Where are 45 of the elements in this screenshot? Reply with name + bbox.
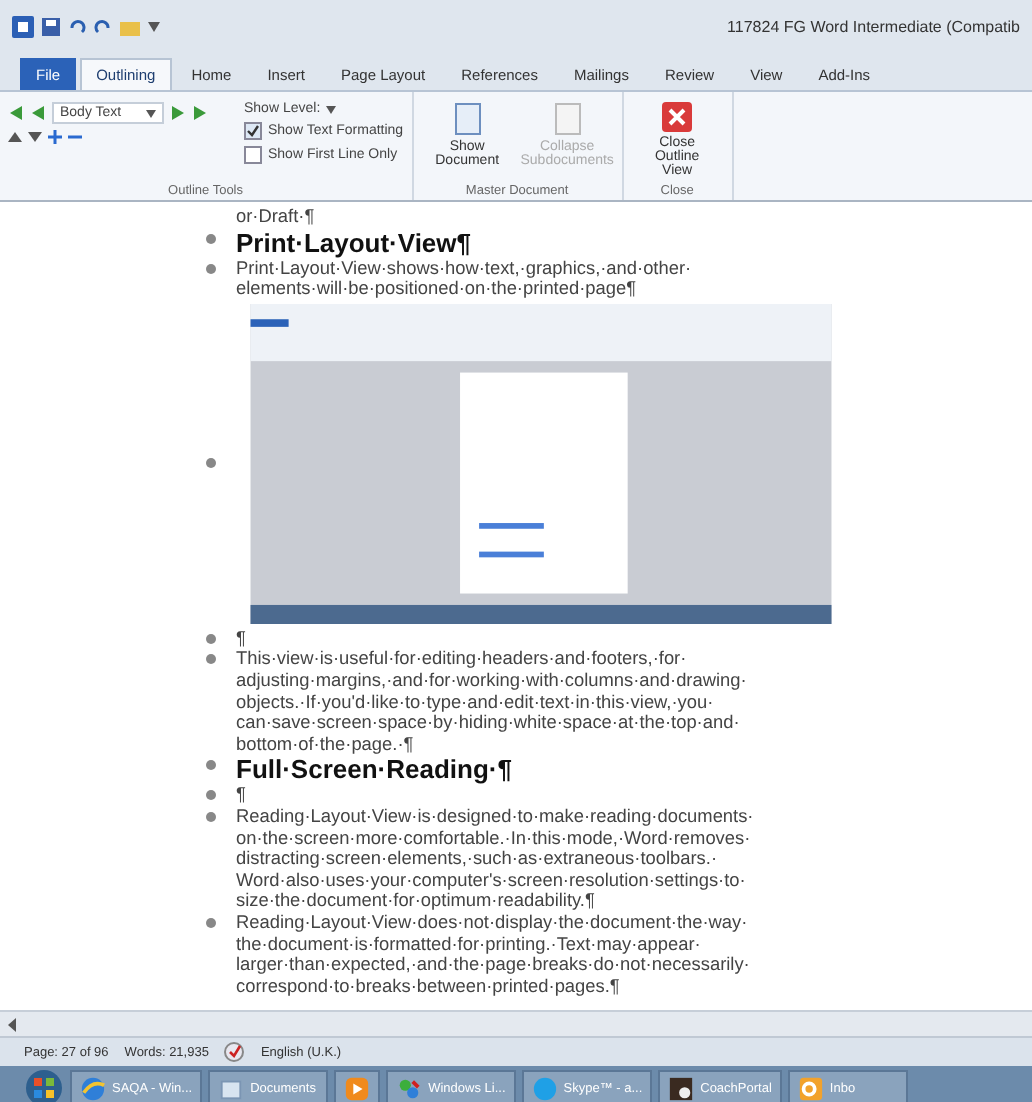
save-icon[interactable] <box>42 18 60 36</box>
outline-bullet-icon[interactable] <box>206 811 216 822</box>
outline-paragraph: or·Draft·¶ <box>236 206 315 228</box>
outline-heading: Print·Layout·View¶ <box>236 227 472 258</box>
proofing-icon[interactable] <box>224 1042 245 1062</box>
expand-icon[interactable] <box>48 130 62 144</box>
outline-paragraph: ¶ <box>236 784 246 806</box>
redo-icon[interactable] <box>94 18 112 36</box>
undo-icon[interactable] <box>68 18 86 36</box>
close-icon <box>662 102 693 132</box>
outline-paragraph: Print·Layout·View·shows·how·text,·graphics,·and·other· elements·will·be·positioned·on·the·printed·page¶ <box>236 257 692 300</box>
check-mark-icon <box>246 124 260 138</box>
outline-paragraph: ¶ <box>236 627 246 649</box>
collapse-icon[interactable] <box>68 130 82 144</box>
promote-to-heading-icon[interactable] <box>8 106 24 120</box>
move-down-icon[interactable] <box>28 130 42 144</box>
demote-to-body-icon[interactable] <box>192 106 208 120</box>
document-icon <box>453 102 482 136</box>
outline-paragraph: Reading·Layout·View·does·not·display·the·document·the·way· the·document·is·formatted·for·printing.·Text·may·appear· larger·than·expected,·and·the·page·breaks·do·not·necessarily· correspond·to·breaks·between·printed·pages.¶ <box>236 911 750 997</box>
outline-bullet-icon[interactable] <box>206 790 216 801</box>
dropdown-arrow-icon[interactable] <box>148 22 160 32</box>
globe-icon <box>80 1075 106 1101</box>
outline-heading: Full·Screen·Reading·¶ <box>236 754 512 785</box>
caret-icon <box>146 109 156 117</box>
play-icon <box>344 1075 371 1101</box>
taskbar-button[interactable] <box>334 1070 381 1102</box>
document-icon <box>553 102 582 136</box>
people-icon <box>396 1075 423 1101</box>
outline-bullet-icon[interactable] <box>206 233 216 244</box>
outline-bullet-icon[interactable] <box>206 654 216 665</box>
outline-bullet-icon[interactable] <box>206 917 216 928</box>
move-up-icon[interactable] <box>8 130 22 144</box>
scroll-left-arrow-icon[interactable] <box>4 1015 20 1033</box>
outline-paragraph: Reading·Layout·View·is·designed·to·make·reading·documents· on·the·screen·more·comfortable.·In·this·mode,·Word·removes· distracting·screen·elements,·such·as·extraneous·toolbars.· Word·also·uses·your·computer's·screen·resolution·settings·to· size·the·document·for·optimum·readability.¶ <box>236 805 754 912</box>
outline-paragraph: This·view·is·useful·for·editing·headers·and·footers,·for· adjusting·margins,·and·for·working·with·columns·and·drawing· objects.·If·you'd·like·to·type·and·edit·text·in·this·view,·you· can·save·screen·space·by·hiding·white·space·at·the·top·and· bottom·of·the·page.·¶ <box>236 648 747 755</box>
outline-bullet-icon[interactable] <box>206 263 216 274</box>
window-title: 117824 FG Word Intermediate (Compatib <box>727 18 1020 36</box>
outline-bullet-icon[interactable] <box>206 760 216 771</box>
caret-icon <box>326 105 337 113</box>
outline-bullet-icon[interactable] <box>206 633 216 644</box>
start-button-icon[interactable] <box>24 1068 64 1102</box>
demote-icon[interactable] <box>170 106 186 120</box>
outline-bullet-icon[interactable] <box>206 458 216 469</box>
promote-icon[interactable] <box>30 106 46 120</box>
folder-icon <box>218 1075 245 1101</box>
